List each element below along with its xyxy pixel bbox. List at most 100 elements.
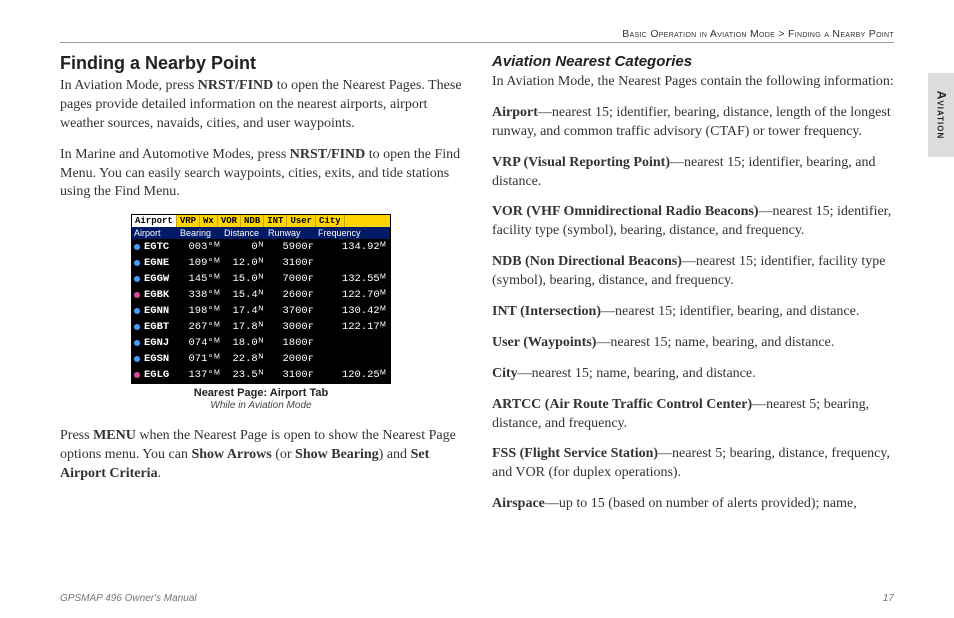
cell-id: EGTC	[142, 241, 178, 253]
footer-manual: GPSMAP 496 Owner's Manual	[60, 593, 197, 604]
cat-int: INT (Intersection)—nearest 15; identifie…	[492, 303, 894, 322]
breadcrumb-section: Basic Operation in Aviation Mode	[622, 28, 775, 40]
tab-city: City	[316, 215, 345, 227]
cell-bearing: 003°ᴹ	[178, 241, 222, 253]
table-row: EGNN198°ᴹ17.4ᴺ3700ғ130.42ᴹ	[132, 303, 390, 319]
table-row: EGSN071°ᴹ22.8ᴺ2000ғ	[132, 351, 390, 367]
airport-dot-icon	[134, 324, 140, 330]
tab-wx: Wx	[200, 215, 218, 227]
para-press-menu: Press MENU when the Nearest Page is open…	[60, 427, 462, 484]
side-tab: Aviation	[928, 73, 954, 157]
airport-dot-icon	[134, 292, 140, 298]
airport-dot-icon	[134, 244, 140, 250]
airport-dot-icon	[134, 356, 140, 362]
cell-distance: 0ᴺ	[222, 241, 266, 253]
cat-vor: VOR (VHF Omnidirectional Radio Beacons)—…	[492, 203, 894, 241]
subheading-categories: Aviation Nearest Categories	[492, 53, 894, 70]
cell-id: EGBK	[142, 289, 178, 301]
left-column: Finding a Nearby Point In Aviation Mode,…	[60, 53, 462, 526]
cell-bearing: 074°ᴹ	[178, 337, 222, 349]
cell-distance: 17.8ᴺ	[222, 321, 266, 333]
cat-airport: Airport—nearest 15; identifier, bearing,…	[492, 104, 894, 142]
cell-runway: 3000ғ	[266, 321, 316, 333]
airport-dot-icon	[134, 308, 140, 314]
breadcrumb: Basic Operation in Aviation Mode > Findi…	[60, 28, 894, 40]
cell-distance: 15.0ᴺ	[222, 273, 266, 285]
cell-distance: 17.4ᴺ	[222, 305, 266, 317]
cell-distance: 18.0ᴺ	[222, 337, 266, 349]
cat-city: City—nearest 15; name, bearing, and dist…	[492, 365, 894, 384]
cat-artcc: ARTCC (Air Route Traffic Control Center)…	[492, 396, 894, 434]
cell-id: EGNN	[142, 305, 178, 317]
para-marine-auto: In Marine and Automotive Modes, press NR…	[60, 146, 462, 203]
table-row: EGTC003°ᴹ0ᴺ5900ғ134.92ᴹ	[132, 239, 390, 255]
airport-dot-icon	[134, 372, 140, 378]
right-column: Aviation Nearest Categories In Aviation …	[492, 53, 894, 526]
cat-airspace: Airspace—up to 15 (based on number of al…	[492, 495, 894, 514]
page: Basic Operation in Aviation Mode > Findi…	[0, 0, 954, 618]
para-aviation-mode: In Aviation Mode, press NRST/FIND to ope…	[60, 77, 462, 134]
table-header: Airport Bearing Distance Runway Frequenc…	[132, 227, 390, 239]
cell-freq: 120.25ᴹ	[316, 369, 388, 381]
cat-vrp: VRP (Visual Reporting Point)—nearest 15;…	[492, 154, 894, 192]
cell-distance: 23.5ᴺ	[222, 369, 266, 381]
breadcrumb-sep: >	[775, 28, 788, 40]
cell-freq: 132.55ᴹ	[316, 273, 388, 285]
cell-bearing: 137°ᴹ	[178, 369, 222, 381]
cell-id: EGSN	[142, 353, 178, 365]
cell-runway: 3100ғ	[266, 369, 316, 381]
side-tab-label: Aviation	[934, 91, 948, 140]
table-row: EGNJ074°ᴹ18.0ᴺ1800ғ	[132, 335, 390, 351]
table-row: EGGW145°ᴹ15.0ᴺ7000ғ132.55ᴹ	[132, 271, 390, 287]
cell-bearing: 267°ᴹ	[178, 321, 222, 333]
cell-freq: 122.17ᴹ	[316, 321, 388, 333]
figure-caption: Nearest Page: Airport Tab	[194, 387, 328, 399]
cell-distance: 22.8ᴺ	[222, 353, 266, 365]
columns: Finding a Nearby Point In Aviation Mode,…	[60, 53, 894, 526]
table-row: EGBT267°ᴹ17.8ᴺ3000ғ122.17ᴹ	[132, 319, 390, 335]
airport-dot-icon	[134, 260, 140, 266]
header-rule	[60, 42, 894, 43]
cell-id: EGNJ	[142, 337, 178, 349]
cat-user: User (Waypoints)—nearest 15; name, beari…	[492, 334, 894, 353]
para-intro: In Aviation Mode, the Nearest Pages cont…	[492, 73, 894, 92]
airport-dot-icon	[134, 340, 140, 346]
cell-bearing: 145°ᴹ	[178, 273, 222, 285]
table-row: EGNE109°ᴹ12.0ᴺ3100ғ	[132, 255, 390, 271]
cell-bearing: 198°ᴹ	[178, 305, 222, 317]
cell-freq: 134.92ᴹ	[316, 241, 388, 253]
figure-subcaption: While in Aviation Mode	[210, 400, 311, 411]
page-number: 17	[883, 593, 894, 604]
cell-bearing: 109°ᴹ	[178, 257, 222, 269]
cell-id: EGNE	[142, 257, 178, 269]
cell-runway: 3700ғ	[266, 305, 316, 317]
cell-runway: 3100ғ	[266, 257, 316, 269]
cell-runway: 5900ғ	[266, 241, 316, 253]
tab-row: Airport VRP Wx VOR NDB INT User City	[132, 215, 390, 227]
cell-runway: 2600ғ	[266, 289, 316, 301]
footer: GPSMAP 496 Owner's Manual 17	[60, 593, 894, 604]
tab-user: User	[287, 215, 316, 227]
cat-ndb: NDB (Non Directional Beacons)—nearest 15…	[492, 253, 894, 291]
cell-distance: 15.4ᴺ	[222, 289, 266, 301]
cell-runway: 7000ғ	[266, 273, 316, 285]
cell-id: EGBT	[142, 321, 178, 333]
cell-id: EGLG	[142, 369, 178, 381]
cell-id: EGGW	[142, 273, 178, 285]
device-screenshot: Airport VRP Wx VOR NDB INT User City Air…	[60, 214, 462, 423]
cell-freq: 130.42ᴹ	[316, 305, 388, 317]
table-row: EGBK338°ᴹ15.4ᴺ2600ғ122.70ᴹ	[132, 287, 390, 303]
cell-bearing: 338°ᴹ	[178, 289, 222, 301]
cell-bearing: 071°ᴹ	[178, 353, 222, 365]
table-body: EGTC003°ᴹ0ᴺ5900ғ134.92ᴹEGNE109°ᴹ12.0ᴺ310…	[132, 239, 390, 383]
table-row: EGLG137°ᴹ23.5ᴺ3100ғ120.25ᴹ	[132, 367, 390, 383]
tab-ndb: NDB	[241, 215, 264, 227]
tab-airport: Airport	[132, 215, 177, 227]
tab-int: INT	[264, 215, 287, 227]
cell-runway: 1800ғ	[266, 337, 316, 349]
cat-fss: FSS (Flight Service Station)—nearest 5; …	[492, 445, 894, 483]
tab-vrp: VRP	[177, 215, 200, 227]
cell-distance: 12.0ᴺ	[222, 257, 266, 269]
breadcrumb-page: Finding a Nearby Point	[788, 28, 894, 40]
cell-runway: 2000ғ	[266, 353, 316, 365]
